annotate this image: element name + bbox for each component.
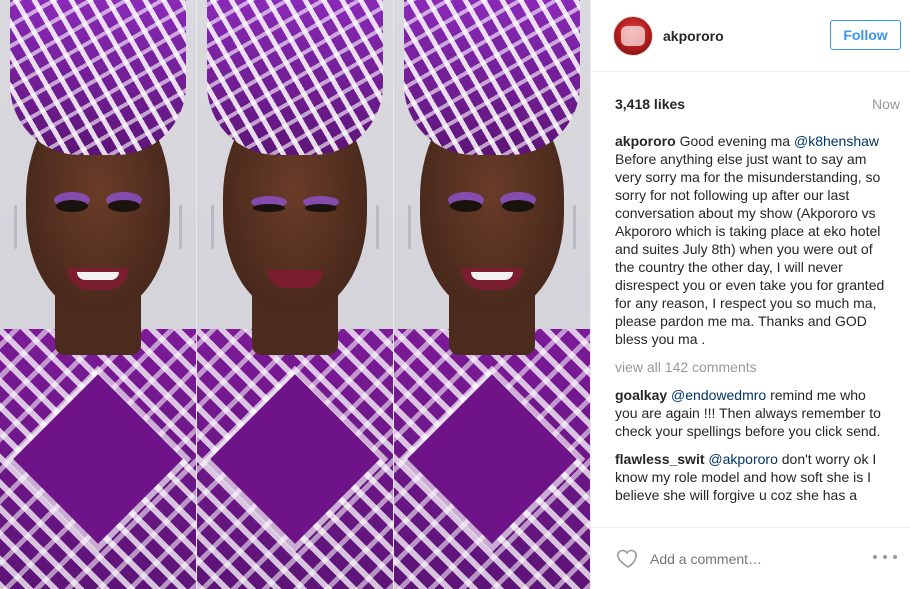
earring xyxy=(211,205,214,249)
more-options-dot xyxy=(873,555,877,559)
headwrap xyxy=(10,0,186,155)
comment-mention[interactable]: @akpororo xyxy=(708,451,777,467)
headwrap xyxy=(207,0,383,155)
comment-text: Good evening ma xyxy=(679,133,794,149)
comments: akpororo Good evening ma @k8henshaw Befo… xyxy=(615,132,892,527)
comment-mention[interactable]: @k8henshaw xyxy=(794,133,879,149)
eye xyxy=(502,200,534,212)
timestamp: Now xyxy=(871,96,900,112)
more-options-dot xyxy=(883,555,887,559)
comment-username[interactable]: flawless_swit xyxy=(615,451,705,467)
instagram-post: akpororo Follow 3,418 likes Now akpororo… xyxy=(0,0,910,589)
likes-count[interactable]: 3,418 likes xyxy=(615,96,685,112)
comment-text: Before anything else just want to say am… xyxy=(615,151,885,347)
heart-icon[interactable] xyxy=(615,546,641,570)
more-options-icon[interactable] xyxy=(873,552,901,562)
mouth xyxy=(67,268,129,290)
post-meta: 3,418 likes Now xyxy=(615,94,900,116)
photo-panel-right xyxy=(394,0,590,589)
post-sidebar: akpororo Follow 3,418 likes Now akpororo… xyxy=(590,0,910,589)
photo-panel-middle xyxy=(197,0,393,589)
comment-bar xyxy=(591,527,910,589)
eye xyxy=(450,200,482,212)
post-header: akpororo Follow xyxy=(591,0,910,72)
username[interactable]: akpororo xyxy=(663,28,724,44)
photo-panel-left xyxy=(0,0,196,589)
comment-username[interactable]: akpororo xyxy=(615,133,676,149)
earring xyxy=(179,205,182,249)
eye xyxy=(253,204,285,212)
earring xyxy=(408,205,411,249)
view-all-comments[interactable]: view all 142 comments xyxy=(615,358,892,376)
mouth xyxy=(461,268,523,290)
earring xyxy=(376,205,379,249)
post-photo[interactable] xyxy=(0,0,590,589)
comment-mention[interactable]: @endowedmro xyxy=(671,387,766,403)
more-options-dot xyxy=(893,555,897,559)
comment-0: akpororo Good evening ma @k8henshaw Befo… xyxy=(615,132,892,348)
comment-1: goalkay @endowedmro remind me who you ar… xyxy=(615,386,892,440)
eye xyxy=(305,204,337,212)
add-comment-input[interactable] xyxy=(648,545,862,573)
comment-2: flawless_swit @akpororo don't worry ok I… xyxy=(615,450,892,504)
eye xyxy=(56,200,88,212)
mouth xyxy=(267,270,323,288)
earring xyxy=(573,205,576,249)
comment-username[interactable]: goalkay xyxy=(615,387,667,403)
headwrap xyxy=(404,0,580,155)
follow-button[interactable]: Follow xyxy=(830,20,901,50)
eye xyxy=(108,200,140,212)
avatar[interactable] xyxy=(613,16,653,56)
earring xyxy=(14,205,17,249)
